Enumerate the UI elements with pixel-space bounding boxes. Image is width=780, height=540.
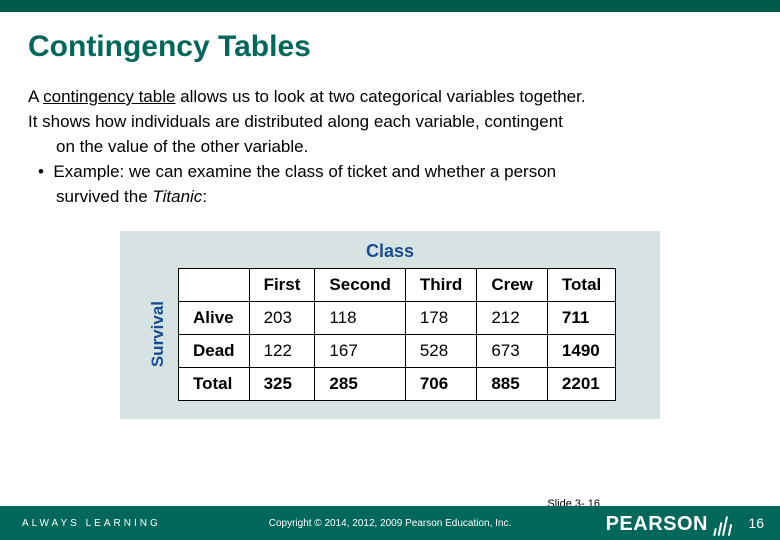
row-total: 1490	[547, 334, 615, 367]
table-top-label: Class	[148, 241, 632, 262]
footer-tagline: ALWAYS LEARNING	[0, 518, 161, 529]
body-line-1: A contingency table allows us to look at…	[28, 86, 752, 109]
text: Example: we can examine the class of tic…	[53, 162, 556, 181]
cell: 122	[249, 334, 315, 367]
cell: 212	[477, 301, 548, 334]
content-area: Contingency Tables A contingency table a…	[0, 12, 780, 419]
body-text: A contingency table allows us to look at…	[28, 86, 752, 209]
text: allows us to look at two categorical var…	[175, 87, 585, 106]
row-label: Alive	[179, 301, 250, 334]
table-row: Alive 203 118 178 212 711	[179, 301, 616, 334]
text: A	[28, 87, 43, 106]
body-line-3: on the value of the other variable.	[28, 136, 752, 159]
text: survived the	[56, 187, 152, 206]
body-line-5: survived the Titanic:	[28, 186, 752, 209]
pearson-logo: PEARSON	[606, 513, 732, 536]
body-line-4: • Example: we can examine the class of t…	[28, 161, 752, 184]
pearson-bars-icon	[714, 514, 732, 536]
grand-total: 2201	[547, 367, 615, 400]
cell: 885	[477, 367, 548, 400]
cell: 673	[477, 334, 548, 367]
table-row-total: Total 325 285 706 885 2201	[179, 367, 616, 400]
col-header: Second	[315, 268, 405, 301]
italic-term: Titanic	[152, 187, 202, 206]
cell: 325	[249, 367, 315, 400]
contingency-table: First Second Third Crew Total Alive 203 …	[178, 268, 616, 401]
top-accent-bar	[0, 0, 780, 12]
col-header-total: Total	[547, 268, 615, 301]
table-side-label: Survival	[148, 301, 168, 367]
cell: 285	[315, 367, 405, 400]
text: :	[202, 187, 207, 206]
body-line-2: It shows how individuals are distributed…	[28, 111, 752, 134]
row-label-total: Total	[179, 367, 250, 400]
pearson-wordmark: PEARSON	[606, 513, 708, 536]
cell: 118	[315, 301, 405, 334]
col-header: Crew	[477, 268, 548, 301]
table-row: Dead 122 167 528 673 1490	[179, 334, 616, 367]
footer-copyright: Copyright © 2014, 2012, 2009 Pearson Edu…	[269, 518, 512, 529]
page-number: 16	[748, 515, 764, 531]
cell: 706	[405, 367, 477, 400]
footer-bar: ALWAYS LEARNING Copyright © 2014, 2012, …	[0, 506, 780, 540]
col-header: Third	[405, 268, 477, 301]
table-corner-cell	[179, 268, 250, 301]
slide-title: Contingency Tables	[28, 30, 752, 64]
table-header-row: First Second Third Crew Total	[179, 268, 616, 301]
row-total: 711	[547, 301, 615, 334]
cell: 528	[405, 334, 477, 367]
row-label: Dead	[179, 334, 250, 367]
slide: Contingency Tables A contingency table a…	[0, 0, 780, 540]
col-header: First	[249, 268, 315, 301]
cell: 203	[249, 301, 315, 334]
contingency-table-figure: Class Survival First Second Third Crew T…	[120, 231, 660, 419]
cell: 167	[315, 334, 405, 367]
underlined-term: contingency table	[43, 87, 175, 106]
cell: 178	[405, 301, 477, 334]
